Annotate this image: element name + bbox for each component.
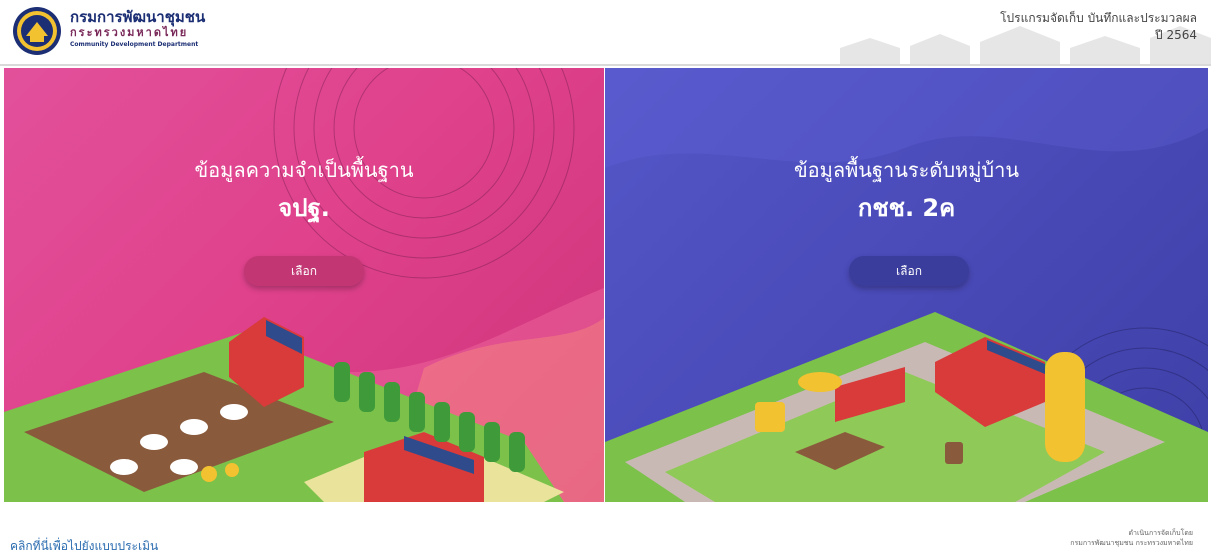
select-kchch-2k-button[interactable]: เลือก <box>849 256 969 286</box>
village-illustration <box>605 312 1208 502</box>
org-title: กรมการพัฒนาชุมชน กระทรวงมหาดไทย Communit… <box>70 8 205 49</box>
farm-illustration <box>4 317 564 502</box>
panel-title-line2: กชช. 2ค <box>857 194 956 222</box>
panel-title-line1: ข้อมูลความจำเป็นพื้นฐาน <box>194 158 414 182</box>
credit-line1: ดำเนินการจัดเก็บโดย <box>1128 529 1194 537</box>
credit-info: ดำเนินการจัดเก็บโดย กรมการพัฒนาชุมชน กระ… <box>1070 528 1193 548</box>
select-jpth-button[interactable]: เลือก <box>244 256 364 286</box>
department-logo <box>13 7 61 55</box>
panel-kchch-2k: ข้อมูลพื้นฐานระดับหมู่บ้าน กชช. 2ค เลือก <box>605 68 1208 502</box>
program-title: โปรแกรมจัดเก็บ บันทึกและประมวลผล <box>1000 11 1197 25</box>
panel-title-line2: จปฐ. <box>278 194 330 222</box>
header: กรมการพัฒนาชุมชน กระทรวงมหาดไทย Communit… <box>0 0 1211 66</box>
credit-line2: กรมการพัฒนาชุมชน กระทรวงมหาดไทย <box>1070 539 1193 547</box>
survey-link[interactable]: คลิกที่นี่เพื่อไปยังแบบประเมิน <box>10 537 158 554</box>
panel-title-line1: ข้อมูลพื้นฐานระดับหมู่บ้าน <box>793 158 1020 182</box>
org-ministry: กระทรวงมหาดไทย <box>70 26 189 39</box>
org-name: กรมการพัฒนาชุมชน <box>70 8 206 26</box>
program-info: โปรแกรมจัดเก็บ บันทึกและประมวลผล ปี 2564 <box>1000 10 1197 44</box>
year-label: ปี 2564 <box>1155 28 1197 42</box>
org-english-name: Community Development Department <box>70 41 199 48</box>
panel-jpth: ข้อมูลความจำเป็นพื้นฐาน จปฐ. เลือก <box>4 68 604 502</box>
